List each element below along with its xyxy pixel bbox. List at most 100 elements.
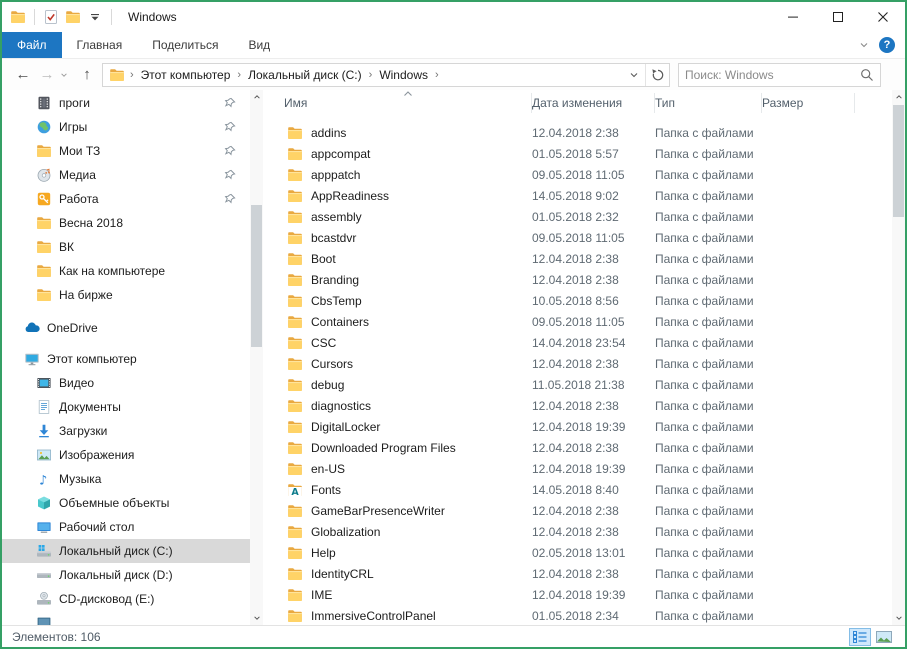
sidebar-item-Локальный-диск-C-[interactable]: Локальный диск (C:): [2, 539, 250, 563]
folder-icon[interactable]: [10, 9, 26, 25]
sidebar-item-Видео[interactable]: Видео: [2, 371, 250, 395]
table-row[interactable]: assembly01.05.2018 2:32Папка с файлами: [263, 206, 892, 227]
table-row[interactable]: CSC14.04.2018 23:54Папка с файлами: [263, 332, 892, 353]
file-type: Папка с файлами: [655, 525, 762, 539]
file-date: 12.04.2018 2:38: [532, 252, 655, 266]
sidebar-item-проги[interactable]: проги: [2, 91, 250, 115]
breadcrumb-item[interactable]: Этот компьютер: [137, 68, 235, 82]
table-row[interactable]: GameBarPresenceWriter12.04.2018 2:38Папк…: [263, 500, 892, 521]
column-header-Размер[interactable]: Размер: [762, 93, 855, 113]
scroll-up-icon[interactable]: [250, 90, 263, 104]
table-row[interactable]: IdentityCRL12.04.2018 2:38Папка с файлам…: [263, 563, 892, 584]
sidebar-scrollbar[interactable]: [250, 90, 263, 625]
table-row[interactable]: IME12.04.2018 19:39Папка с файлами: [263, 584, 892, 605]
file-date: 12.04.2018 2:38: [532, 273, 655, 287]
scroll-down-icon[interactable]: [892, 611, 905, 625]
scrollbar-thumb[interactable]: [251, 205, 262, 347]
recent-locations-icon[interactable]: [60, 71, 74, 79]
file-name: apppatch: [311, 168, 360, 182]
sidebar-item-Этот-компьютер[interactable]: Этот компьютер: [2, 347, 250, 371]
sidebar-item-Мои-ТЗ[interactable]: Мои ТЗ: [2, 139, 250, 163]
file-name: CbsTemp: [311, 294, 362, 308]
thumbnails-view-button[interactable]: [873, 628, 895, 646]
table-row[interactable]: bcastdvr09.05.2018 11:05Папка с файлами: [263, 227, 892, 248]
table-row[interactable]: AFonts14.05.2018 8:40Папка с файлами: [263, 479, 892, 500]
breadcrumb-item[interactable]: Локальный диск (C:): [244, 68, 366, 82]
sidebar-item-Загрузки[interactable]: Загрузки: [2, 419, 250, 443]
file-date: 14.05.2018 8:40: [532, 483, 655, 497]
sidebar-item-OneDrive[interactable]: OneDrive: [2, 316, 250, 340]
sidebar-item-На-бирже[interactable]: На бирже: [2, 283, 250, 307]
sidebar-item-Рабочий-стол[interactable]: Рабочий стол: [2, 515, 250, 539]
search-input[interactable]: [685, 68, 860, 82]
sidebar-item-Работа[interactable]: Работа: [2, 187, 250, 211]
table-row[interactable]: Cursors12.04.2018 2:38Папка с файлами: [263, 353, 892, 374]
tab-view[interactable]: Вид: [233, 32, 285, 58]
sidebar-item-Объемные-объекты[interactable]: Объемные объекты: [2, 491, 250, 515]
close-button[interactable]: [860, 2, 905, 32]
new-folder-icon[interactable]: [65, 9, 81, 25]
table-row[interactable]: debug11.05.2018 21:38Папка с файлами: [263, 374, 892, 395]
column-header-Дата изменения[interactable]: Дата изменения: [532, 93, 655, 113]
sidebar-item-Медиа[interactable]: Медиа: [2, 163, 250, 187]
file-type: Папка с файлами: [655, 315, 762, 329]
sidebar-item-Изображения[interactable]: Изображения: [2, 443, 250, 467]
sidebar-item-Игры[interactable]: Игры: [2, 115, 250, 139]
refresh-icon[interactable]: [645, 64, 669, 86]
details-view-button[interactable]: [849, 628, 871, 646]
table-row[interactable]: Downloaded Program Files12.04.2018 2:38П…: [263, 437, 892, 458]
table-row[interactable]: AppReadiness14.05.2018 9:02Папка с файла…: [263, 185, 892, 206]
table-row[interactable]: ImmersiveControlPanel01.05.2018 2:34Папк…: [263, 605, 892, 625]
maximize-button[interactable]: [815, 2, 860, 32]
scroll-up-icon[interactable]: [892, 90, 905, 104]
table-row[interactable]: diagnostics12.04.2018 2:38Папка с файлам…: [263, 395, 892, 416]
cube-icon: [36, 495, 52, 511]
scroll-down-icon[interactable]: [250, 611, 263, 625]
previous-locations-icon[interactable]: [623, 70, 645, 80]
table-row[interactable]: Boot12.04.2018 2:38Папка с файлами: [263, 248, 892, 269]
sidebar-item-Музыка[interactable]: ♪Музыка: [2, 467, 250, 491]
table-row[interactable]: en-US12.04.2018 19:39Папка с файлами: [263, 458, 892, 479]
file-type: Папка с файлами: [655, 189, 762, 203]
sidebar-item-CD-дисковод-E-[interactable]: CD-дисковод (E:): [2, 587, 250, 611]
table-row[interactable]: CbsTemp10.05.2018 8:56Папка с файлами: [263, 290, 892, 311]
search-box[interactable]: [678, 63, 881, 87]
sidebar-item-ВК[interactable]: ВК: [2, 235, 250, 259]
forward-button[interactable]: →: [36, 66, 58, 83]
sidebar-item-Документы[interactable]: Документы: [2, 395, 250, 419]
minimize-button[interactable]: [770, 2, 815, 32]
table-row[interactable]: Branding12.04.2018 2:38Папка с файлами: [263, 269, 892, 290]
file-name: DigitalLocker: [311, 420, 380, 434]
back-button[interactable]: ←: [12, 66, 34, 83]
tab-file[interactable]: Файл: [2, 32, 62, 58]
sidebar-item-Локальный-диск-D-[interactable]: Локальный диск (D:): [2, 563, 250, 587]
expand-ribbon-icon[interactable]: [859, 40, 869, 50]
tab-home[interactable]: Главная: [62, 32, 138, 58]
key-icon: [36, 191, 52, 207]
help-icon[interactable]: ?: [879, 37, 895, 53]
address-bar[interactable]: ›Этот компьютер›Локальный диск (C:)›Wind…: [102, 63, 670, 87]
properties-icon[interactable]: [43, 9, 59, 25]
file-name: Fonts: [311, 483, 341, 497]
table-row[interactable]: DigitalLocker12.04.2018 19:39Папка с фай…: [263, 416, 892, 437]
sidebar-item-Как-на-компьютере[interactable]: Как на компьютере: [2, 259, 250, 283]
file-type: Папка с файлами: [655, 336, 762, 350]
breadcrumb-item[interactable]: Windows: [375, 68, 432, 82]
sidebar-item-Весна-2018[interactable]: Весна 2018: [2, 211, 250, 235]
table-row[interactable]: appcompat01.05.2018 5:57Папка с файлами: [263, 143, 892, 164]
scrollbar-thumb[interactable]: [893, 105, 904, 217]
up-button[interactable]: ↑: [76, 66, 98, 83]
column-header-Тип[interactable]: Тип: [655, 93, 762, 113]
filelist-scrollbar[interactable]: [892, 90, 905, 625]
table-row[interactable]: addins12.04.2018 2:38Папка с файлами: [263, 122, 892, 143]
folder-icon: [287, 272, 303, 288]
customize-toolbar-icon[interactable]: [87, 9, 103, 25]
table-row[interactable]: Help02.05.2018 13:01Папка с файлами: [263, 542, 892, 563]
sidebar-item-label: На бирже: [59, 288, 113, 302]
search-icon[interactable]: [860, 68, 874, 82]
table-row[interactable]: Containers09.05.2018 11:05Папка с файлам…: [263, 311, 892, 332]
table-row[interactable]: Globalization12.04.2018 2:38Папка с файл…: [263, 521, 892, 542]
table-row[interactable]: apppatch09.05.2018 11:05Папка с файлами: [263, 164, 892, 185]
sidebar-item[interactable]: [2, 611, 250, 625]
tab-share[interactable]: Поделиться: [137, 32, 233, 58]
